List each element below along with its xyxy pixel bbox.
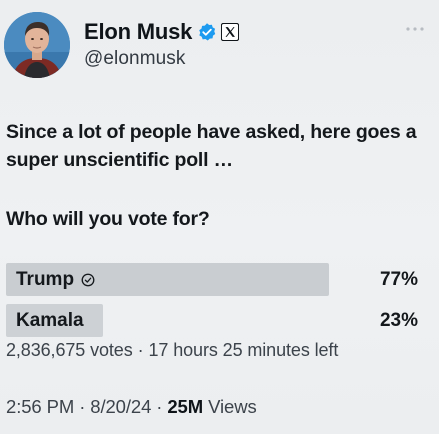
x-logo-icon[interactable] <box>221 23 240 41</box>
timestamp-row: 2:56 PM · 8/20/24 · 25M Views <box>6 396 257 418</box>
post-time[interactable]: 2:56 PM <box>6 396 74 417</box>
author-name-row: Elon Musk <box>84 18 240 46</box>
views-count: 25M <box>167 396 204 417</box>
tweet-card: Elon Musk @elonmusk Since a lot of peopl… <box>0 0 439 434</box>
author-handle[interactable]: @elonmusk <box>84 48 186 70</box>
views-label[interactable]: Views <box>208 396 257 417</box>
poll-option-label: Trump <box>16 263 95 296</box>
avatar-image <box>4 12 70 78</box>
check-circle-icon <box>81 273 95 286</box>
poll-option-percent: 23% <box>379 310 418 331</box>
tweet-text: Since a lot of people have asked, here g… <box>6 121 417 171</box>
separator-dot: · <box>79 396 86 417</box>
poll-option-trump[interactable]: Trump 77% <box>6 263 426 296</box>
poll-option-kamala[interactable]: Kamala 23% <box>6 304 426 337</box>
poll-option-label: Kamala <box>16 304 84 337</box>
avatar[interactable] <box>4 12 70 78</box>
poll-meta: 2,836,675 votes · 17 hours 25 minutes left <box>6 340 338 361</box>
poll-vote-count: 2,836,675 votes <box>6 340 133 360</box>
poll-option-text: Trump <box>16 269 75 290</box>
post-date[interactable]: 8/20/24 <box>90 396 151 417</box>
poll-option-percent: 77% <box>379 269 418 290</box>
author-display-name[interactable]: Elon Musk <box>84 19 192 45</box>
poll: Trump 77% Kamala 23% <box>6 263 426 345</box>
more-dots-icon[interactable] <box>405 26 425 32</box>
separator-dot: · <box>156 396 163 417</box>
poll-time-left: 17 hours 25 minutes left <box>148 340 339 360</box>
separator-dot: · <box>137 340 144 360</box>
poll-option-text: Kamala <box>16 310 84 331</box>
poll-question: Who will you vote for? <box>6 208 210 230</box>
verified-badge-icon <box>199 23 216 41</box>
